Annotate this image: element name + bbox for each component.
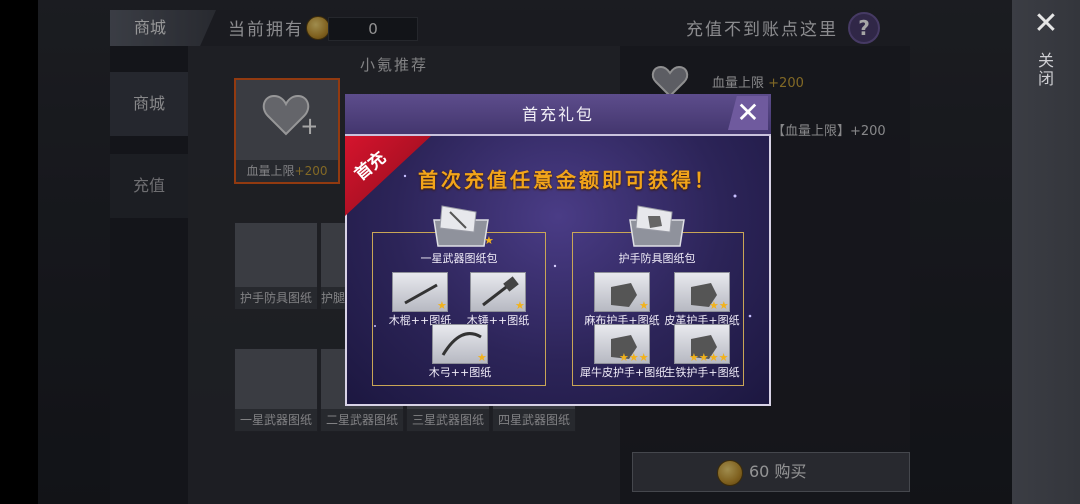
reward-label: 木弓++图纸 bbox=[428, 366, 492, 379]
blueprint-staff-icon: ★ bbox=[392, 272, 448, 312]
blueprint-bow-icon: ★ bbox=[432, 324, 488, 364]
modal-headline: 首次充值任意金额即可获得！ bbox=[418, 168, 717, 192]
close-label[interactable]: 关闭 bbox=[1034, 52, 1056, 88]
pack-label: 护手防具图纸包 bbox=[618, 252, 696, 265]
blueprint-glove-icon: ★★★★ bbox=[674, 324, 730, 364]
modal-title: 首充礼包 bbox=[521, 105, 594, 124]
blueprint-hammer-icon: ★ bbox=[470, 272, 526, 312]
screen-bezel-left bbox=[0, 0, 38, 504]
blueprint-glove-icon: ★★ bbox=[674, 272, 730, 312]
reward-label: 生铁护手+图纸 bbox=[664, 366, 740, 379]
blueprint-pack-icon: ★ bbox=[430, 202, 494, 250]
close-icon[interactable]: ✕ bbox=[1028, 6, 1064, 42]
blueprint-pack-icon bbox=[626, 202, 688, 250]
blueprint-glove-icon: ★★★ bbox=[594, 324, 650, 364]
reward-label: 犀牛皮护手+图纸 bbox=[580, 366, 667, 379]
blueprint-glove-icon: ★ bbox=[594, 272, 650, 312]
pack-label: 一星武器图纸包 bbox=[420, 252, 498, 265]
